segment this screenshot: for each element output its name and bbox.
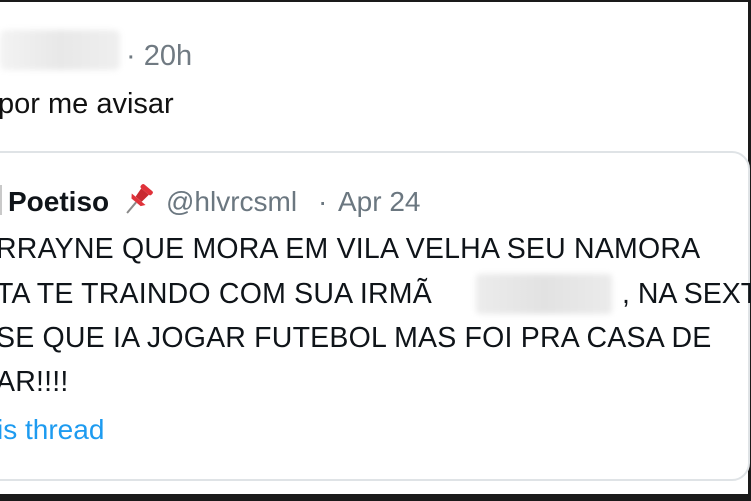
quoted-display-name[interactable]: Poetiso [8,186,109,218]
separator-dot: · [318,186,328,217]
tweet-text-line-3: SE QUE IA JOGAR FUTEBOL MAS FOI PRA CASA… [0,322,712,354]
bottom-frame-border [0,494,751,501]
blurred-username [0,30,120,70]
quoted-date[interactable]: Apr 24 [338,186,421,218]
pushpin-icon [126,184,153,214]
reply-timestamp[interactable]: · 20h [126,40,192,73]
reply-text: por me avisar [0,88,174,120]
avatar[interactable] [0,185,2,215]
blurred-name [476,274,612,314]
show-thread-link[interactable]: is thread [0,414,104,446]
tweet-text-line-1: RRAYNE QUE MORA EM VILA VELHA SEU NAMORA [0,233,701,265]
tweet-text-line-2: TA TE TRAINDO COM SUA IRMÃ [0,278,432,310]
quoted-handle[interactable]: @hlvrcsml [166,186,297,218]
reply-tweet[interactable]: · 20h por me avisar [0,0,748,150]
tweet-text-line-2-end: , NA SEXT [622,278,751,310]
tweet-text-line-4: AR!!!! [0,366,69,398]
